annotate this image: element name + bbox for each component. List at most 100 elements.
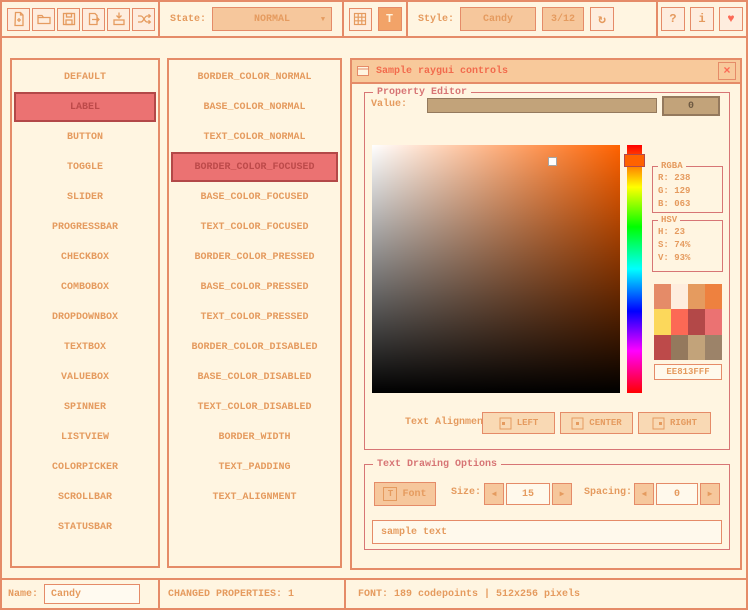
align-right-label: RIGHT — [670, 418, 697, 428]
control-list-item[interactable]: STATUSBAR — [14, 512, 156, 542]
control-list-item[interactable]: COMBOBOX — [14, 272, 156, 302]
palette-swatch[interactable] — [654, 284, 671, 309]
control-list-item[interactable]: TOGGLE — [14, 152, 156, 182]
palette-swatch[interactable] — [671, 335, 688, 360]
property-list-item-selected[interactable]: BORDER_COLOR_FOCUSED — [171, 152, 338, 182]
text-drawing-options-group: Text Drawing Options T Font Size: ◀ 15 ▶… — [364, 464, 730, 550]
control-list-item[interactable]: DEFAULT — [14, 62, 156, 92]
import-palette-button[interactable] — [107, 8, 130, 31]
property-list-item[interactable]: TEXT_COLOR_PRESSED — [171, 302, 338, 332]
palette-swatch[interactable] — [688, 284, 705, 309]
property-list-item[interactable]: BASE_COLOR_DISABLED — [171, 362, 338, 392]
control-list-item[interactable]: BUTTON — [14, 122, 156, 152]
size-label: Size: — [441, 487, 481, 498]
color-picker-cursor[interactable] — [548, 157, 557, 166]
property-list-item[interactable]: BASE_COLOR_PRESSED — [171, 272, 338, 302]
control-list-item[interactable]: COLORPICKER — [14, 452, 156, 482]
statusbar-font-section: FONT: 189 codepoints | 512x256 pixels — [346, 580, 746, 608]
style-table-button[interactable] — [349, 8, 372, 31]
style-count-box: 3/12 — [542, 7, 584, 31]
palette-swatch[interactable] — [705, 335, 722, 360]
palette-swatch[interactable] — [705, 284, 722, 309]
hue-bar[interactable] — [627, 145, 642, 393]
spacing-decrease-button[interactable]: ◀ — [634, 483, 654, 505]
hue-selector[interactable] — [624, 154, 645, 167]
align-center-icon — [571, 417, 584, 430]
palette-swatch[interactable] — [688, 335, 705, 360]
window-icon — [356, 64, 370, 78]
value-slider[interactable] — [427, 98, 657, 113]
palette-swatch[interactable] — [671, 309, 688, 334]
control-list-item[interactable]: SLIDER — [14, 182, 156, 212]
window-titlebar[interactable]: Sample raygui controls × — [352, 60, 740, 84]
palette-swatch[interactable] — [654, 309, 671, 334]
toolbar: State: NORMAL ▼ T Style: Candy — [2, 2, 746, 38]
style-name-input[interactable]: Candy — [44, 584, 140, 604]
info-icon: i — [698, 12, 705, 26]
new-file-button[interactable] — [7, 8, 30, 31]
style-name-box[interactable]: Candy — [460, 7, 536, 31]
control-list-item[interactable]: SPINNER — [14, 392, 156, 422]
sample-text-input[interactable]: sample text — [372, 520, 722, 544]
property-list-item[interactable]: BORDER_WIDTH — [171, 422, 338, 452]
font-atlas-button[interactable]: T — [378, 7, 402, 31]
random-style-button[interactable] — [132, 8, 155, 31]
info-button[interactable]: i — [690, 7, 714, 31]
arrow-left-icon: ◀ — [642, 489, 647, 499]
state-label: State: — [170, 14, 206, 25]
font-button[interactable]: T Font — [374, 482, 436, 506]
palette-swatch[interactable] — [688, 309, 705, 334]
control-list-item[interactable]: LISTVIEW — [14, 422, 156, 452]
font-button-label: Font — [402, 489, 426, 500]
sponsor-button[interactable]: ♥ — [719, 7, 743, 31]
property-list-item[interactable]: BORDER_COLOR_DISABLED — [171, 332, 338, 362]
size-increase-button[interactable]: ▶ — [552, 483, 572, 505]
property-list-item[interactable]: TEXT_PADDING — [171, 452, 338, 482]
help-button[interactable]: ? — [661, 7, 685, 31]
hsv-readout: HSV H: 23 S: 74% V: 93% — [652, 220, 723, 272]
hex-color-input[interactable]: EE813FFF — [654, 364, 722, 380]
control-list-item[interactable]: PROGRESSBAR — [14, 212, 156, 242]
value-box[interactable]: 0 — [662, 96, 720, 116]
size-value-box[interactable]: 15 — [506, 483, 550, 505]
control-list-item[interactable]: VALUEBOX — [14, 362, 156, 392]
property-list-item[interactable]: TEXT_COLOR_FOCUSED — [171, 212, 338, 242]
control-list-item[interactable]: TEXTBOX — [14, 332, 156, 362]
palette-swatch[interactable] — [671, 284, 688, 309]
window-close-button[interactable]: × — [718, 62, 736, 80]
rgba-blue-value: B: 063 — [653, 198, 722, 211]
spacing-increase-button[interactable]: ▶ — [700, 483, 720, 505]
export-file-button[interactable] — [82, 8, 105, 31]
property-list-item[interactable]: BORDER_COLOR_NORMAL — [171, 62, 338, 92]
property-list-item[interactable]: TEXT_COLOR_DISABLED — [171, 392, 338, 422]
toolbar-file-section — [2, 2, 160, 36]
property-list-item[interactable]: TEXT_COLOR_NORMAL — [171, 122, 338, 152]
save-file-button[interactable] — [57, 8, 80, 31]
open-file-button[interactable] — [32, 8, 55, 31]
palette-swatch[interactable] — [705, 309, 722, 334]
align-left-button[interactable]: LEFT — [482, 412, 555, 434]
font-info-text: FONT: 189 codepoints | 512x256 pixels — [358, 589, 580, 600]
control-list-item[interactable]: SCROLLBAR — [14, 482, 156, 512]
property-list-item[interactable]: TEXT_ALIGNMENT — [171, 482, 338, 512]
align-center-button[interactable]: CENTER — [560, 412, 633, 434]
control-list-item[interactable]: CHECKBOX — [14, 242, 156, 272]
property-list-item[interactable]: BASE_COLOR_FOCUSED — [171, 182, 338, 212]
align-right-button[interactable]: RIGHT — [638, 412, 711, 434]
control-list-item-selected[interactable]: LABEL — [14, 92, 156, 122]
state-dropdown[interactable]: NORMAL ▼ — [212, 7, 332, 31]
palette-swatch[interactable] — [654, 335, 671, 360]
properties-list: BORDER_COLOR_NORMAL BASE_COLOR_NORMAL TE… — [167, 58, 342, 568]
size-decrease-button[interactable]: ◀ — [484, 483, 504, 505]
reload-style-button[interactable]: ↻ — [590, 7, 614, 31]
color-picker-panel[interactable] — [372, 145, 620, 393]
statusbar: Name: Candy CHANGED PROPERTIES: 1 FONT: … — [2, 578, 746, 608]
chevron-down-icon: ▼ — [321, 16, 325, 24]
question-icon: ? — [669, 12, 676, 26]
property-list-item[interactable]: BASE_COLOR_NORMAL — [171, 92, 338, 122]
property-list-item[interactable]: BORDER_COLOR_PRESSED — [171, 242, 338, 272]
sample-controls-window: Sample raygui controls × Property Editor… — [350, 58, 742, 570]
control-list-item[interactable]: DROPDOWNBOX — [14, 302, 156, 332]
hsv-saturation-value: S: 74% — [653, 239, 722, 252]
spacing-value-box[interactable]: 0 — [656, 483, 698, 505]
